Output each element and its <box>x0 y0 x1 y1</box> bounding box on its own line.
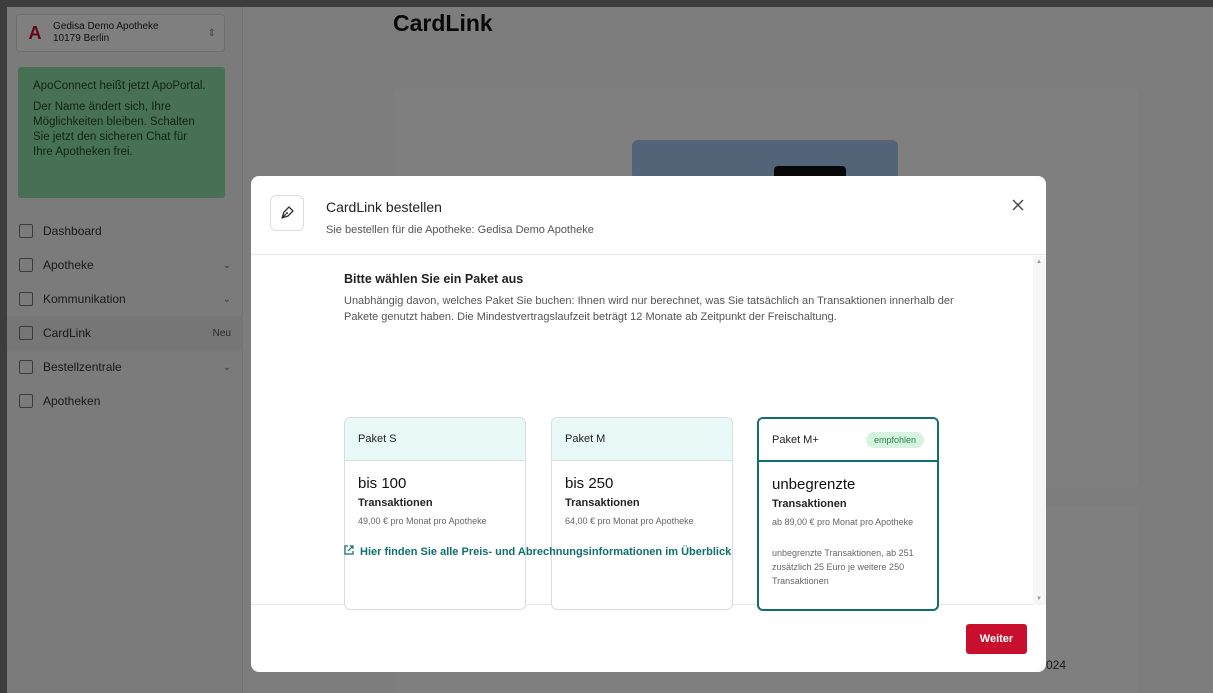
package-amount: bis 250 <box>565 475 614 492</box>
package-unit: Transaktionen <box>358 497 433 509</box>
pricing-info-link[interactable]: Hier finden Sie alle Preis- und Abrechnu… <box>344 545 731 558</box>
close-button[interactable] <box>1007 194 1029 216</box>
pen-icon <box>270 195 304 231</box>
package-unit: Transaktionen <box>772 498 847 510</box>
package-name: Paket S <box>358 433 397 445</box>
package-name: Paket M <box>565 433 606 445</box>
continue-button[interactable]: Weiter <box>966 624 1027 654</box>
package-price: 64,00 € pro Monat pro Apotheke <box>565 516 694 526</box>
package-card-s[interactable]: Paket S bis 100 Transaktionen 49,00 € pr… <box>344 417 526 610</box>
package-price: 49,00 € pro Monat pro Apotheke <box>358 516 487 526</box>
dialog-scrollbar[interactable]: ▲ ▼ <box>1033 256 1046 605</box>
dialog-title: CardLink bestellen <box>326 199 442 215</box>
package-name: Paket M+ <box>772 433 819 446</box>
recommended-badge: empfohlen <box>865 431 924 448</box>
package-card-m-plus[interactable]: Paket M+ empfohlen unbegrenzte Transakti… <box>757 417 939 611</box>
package-unit: Transaktionen <box>565 497 640 509</box>
package-extra-info: unbegrenzte Transaktionen, ab 251 zusätz… <box>772 548 914 586</box>
order-dialog: CardLink bestellen Sie bestellen für die… <box>251 176 1046 672</box>
package-price: ab 89,00 € pro Monat pro Apotheke <box>772 517 914 527</box>
package-section-description: Unabhängig davon, welches Paket Sie buch… <box>344 295 954 323</box>
package-amount: unbegrenzte <box>772 476 856 493</box>
scroll-down-icon[interactable]: ▼ <box>1036 596 1042 602</box>
package-section-title: Bitte wählen Sie ein Paket aus <box>344 272 524 286</box>
package-card-m[interactable]: Paket M bis 250 Transaktionen 64,00 € pr… <box>551 417 733 610</box>
close-icon <box>1012 199 1024 211</box>
dialog-subtitle: Sie bestellen für die Apotheke: Gedisa D… <box>326 224 594 236</box>
external-link-icon <box>344 545 354 558</box>
scroll-up-icon[interactable]: ▲ <box>1036 259 1042 265</box>
dialog-body: Bitte wählen Sie ein Paket aus Unabhängi… <box>251 256 1046 611</box>
dialog-header: CardLink bestellen Sie bestellen für die… <box>251 176 1046 255</box>
package-amount: bis 100 <box>358 475 407 492</box>
pricing-info-link-label: Hier finden Sie alle Preis- und Abrechnu… <box>360 545 732 558</box>
